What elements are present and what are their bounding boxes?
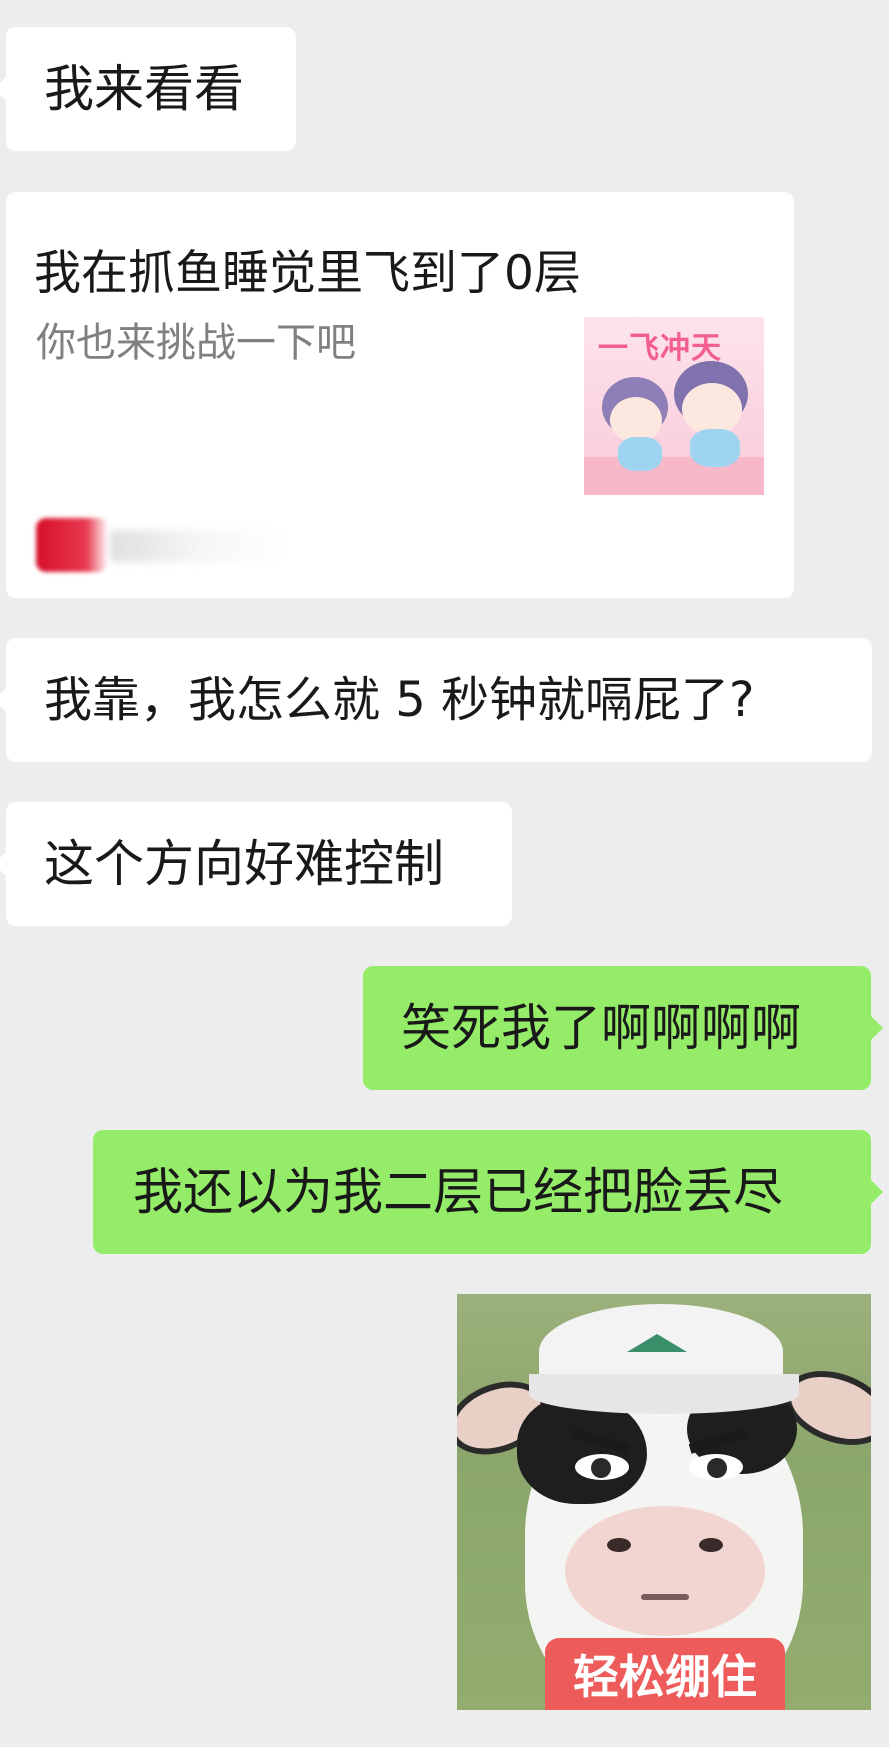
message-text: 笑死我了啊啊啊啊 bbox=[401, 999, 801, 1057]
chibi-right-face bbox=[682, 383, 742, 435]
message-bubble-incoming[interactable]: 我来看看 bbox=[0, 27, 296, 151]
cow-cap-visor bbox=[529, 1374, 799, 1414]
message-text: 我靠，我怎么就 5 秒钟就嗝屁了? bbox=[44, 672, 755, 728]
message-text: 我还以为我二层已经把脸丢尽 bbox=[133, 1163, 783, 1221]
message-bubble-incoming[interactable]: 我靠，我怎么就 5 秒钟就嗝屁了? bbox=[0, 638, 872, 762]
chibi-left-body bbox=[618, 437, 662, 471]
cow-mouth bbox=[641, 1594, 689, 1600]
message-bubble-outgoing[interactable]: 笑死我了啊啊啊啊 bbox=[363, 966, 883, 1090]
card-title: 我在抓鱼睡觉里飞到了0层 bbox=[34, 246, 581, 301]
cow-pupil-right bbox=[707, 1458, 727, 1478]
message-text: 我来看看 bbox=[44, 60, 244, 118]
thumbnail-blanket bbox=[584, 457, 764, 495]
mini-program-name-blurred bbox=[110, 530, 290, 562]
sticker-caption: 轻松绷住 bbox=[545, 1638, 785, 1710]
card-subtitle: 你也来挑战一下吧 bbox=[36, 320, 356, 366]
chibi-right-body bbox=[690, 429, 740, 467]
message-bubble-outgoing[interactable]: 我还以为我二层已经把脸丢尽 bbox=[93, 1130, 883, 1254]
mini-program-logo-icon bbox=[36, 518, 108, 572]
cow-pupil-left bbox=[591, 1458, 611, 1478]
thumbnail-title: 一飞冲天 bbox=[598, 331, 722, 366]
message-text: 这个方向好难控制 bbox=[44, 835, 444, 893]
cow-nostril-left bbox=[607, 1538, 631, 1552]
card-thumbnail: 一飞冲天 bbox=[584, 317, 764, 495]
cow-meme-sticker[interactable]: 轻松绷住 bbox=[457, 1294, 871, 1710]
message-bubble-incoming[interactable]: 这个方向好难控制 bbox=[0, 802, 512, 926]
cow-muzzle bbox=[565, 1506, 765, 1636]
cow-nostril-right bbox=[699, 1538, 723, 1552]
